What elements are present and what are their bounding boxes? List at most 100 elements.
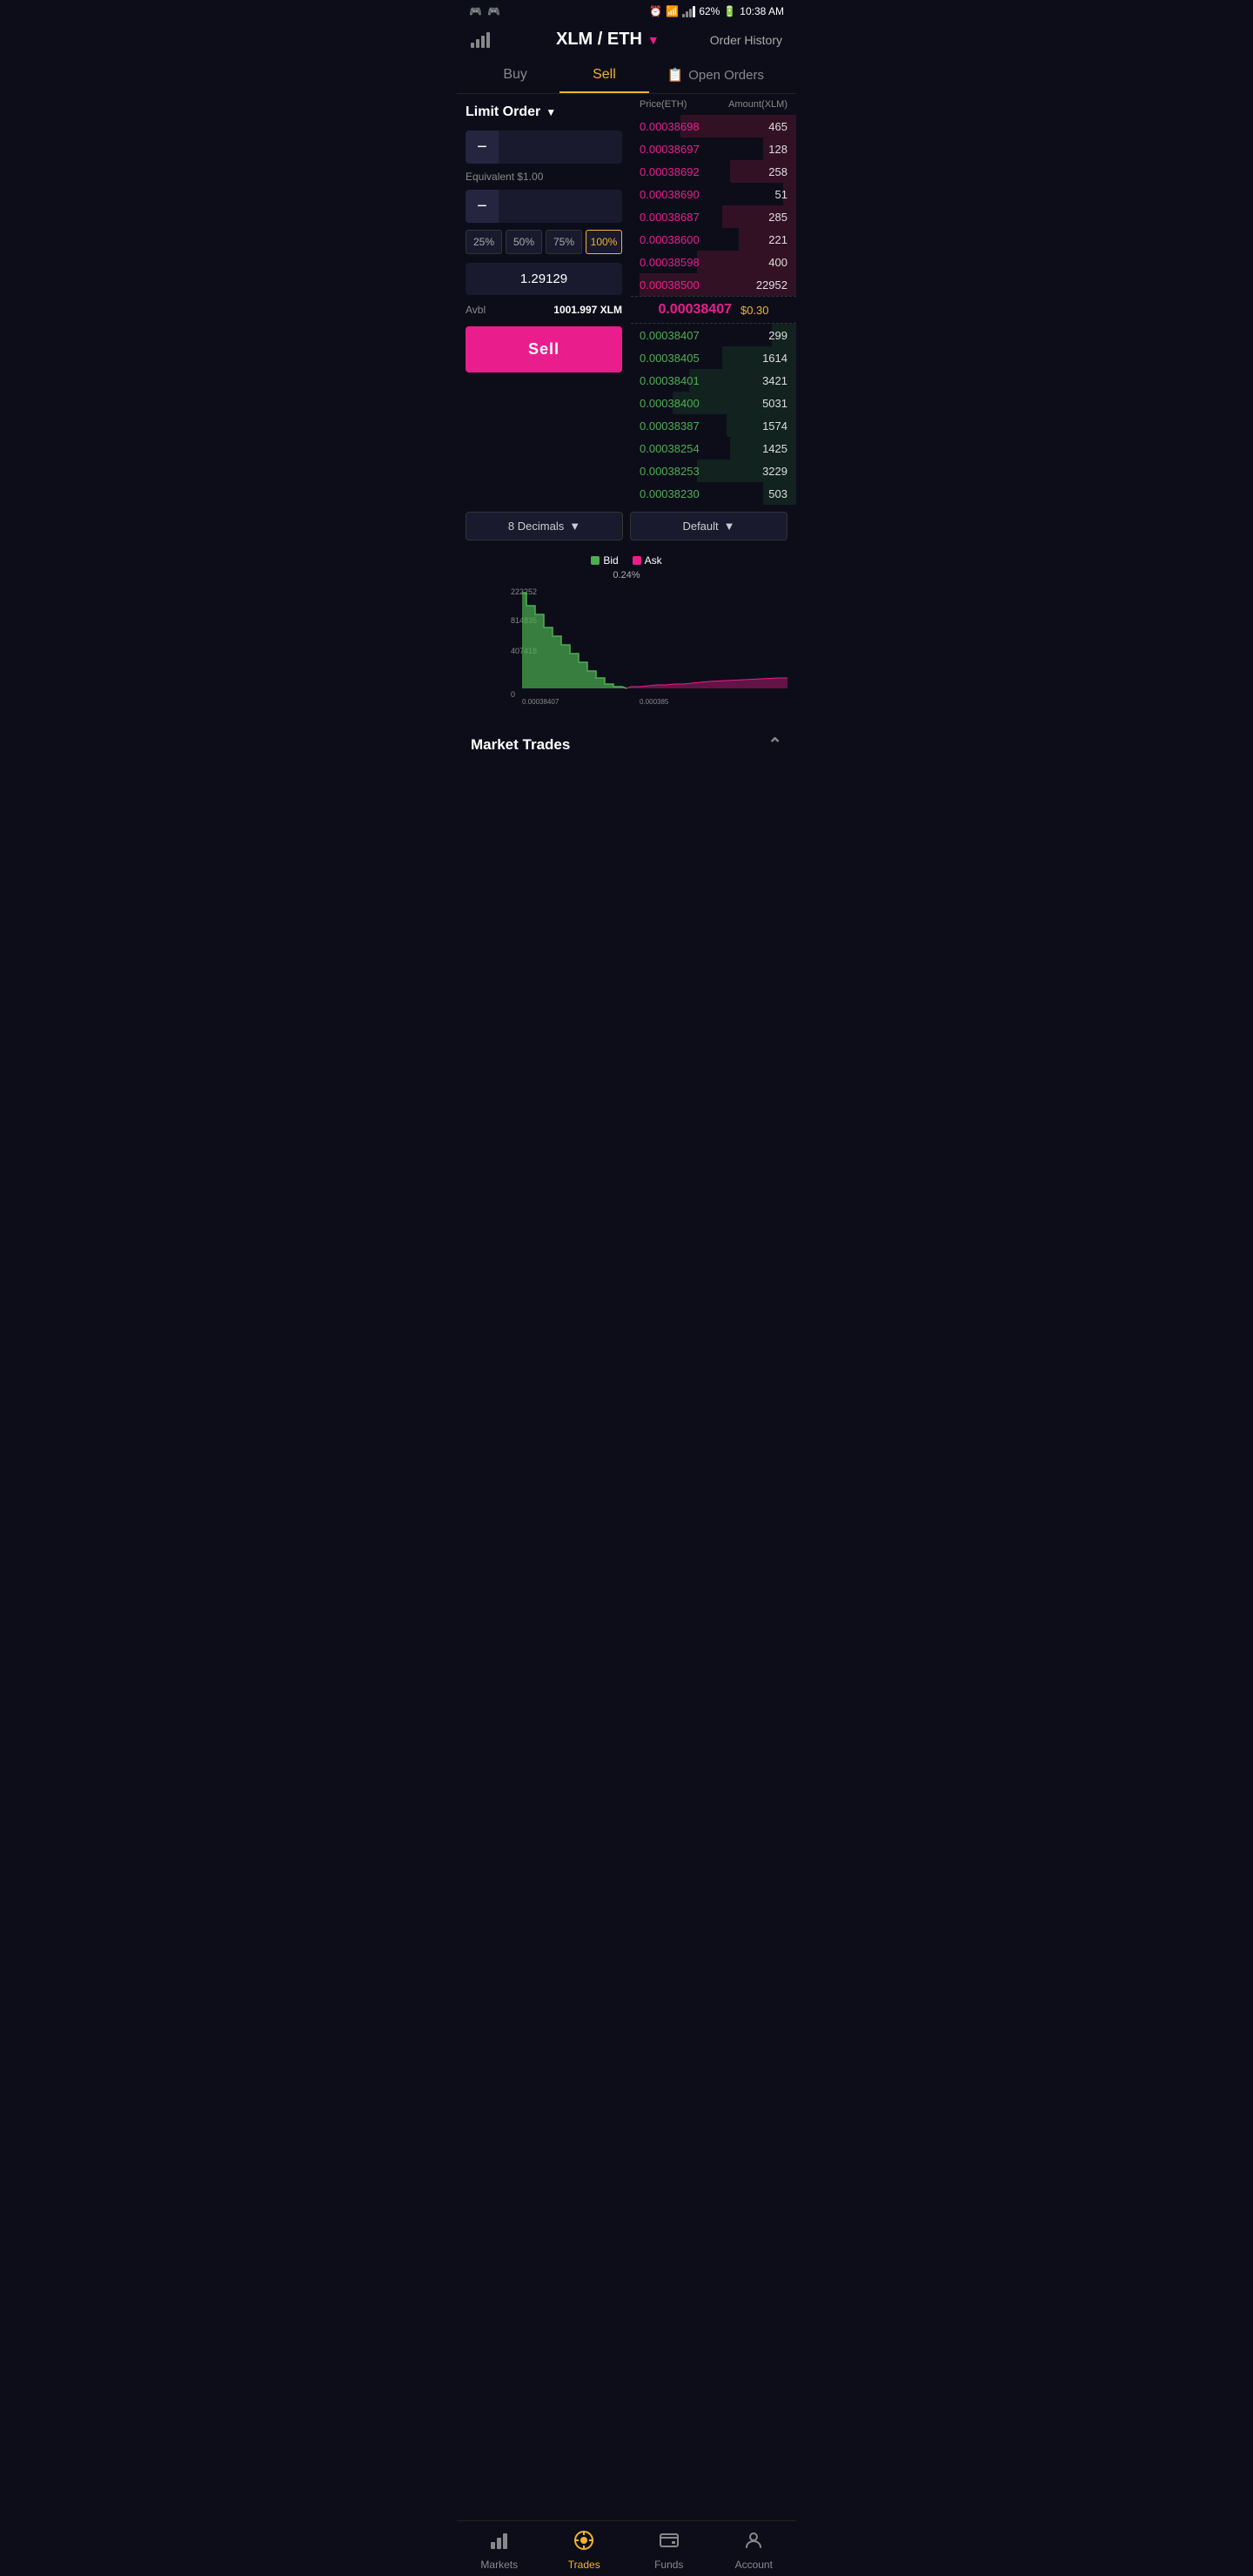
buy-order-row[interactable]: 0.00038407 299: [631, 324, 796, 346]
sell-order-row[interactable]: 0.00038692 258: [631, 160, 796, 183]
avbl-value: 1001.997 XLM: [553, 304, 622, 316]
buy-amount: 503: [768, 487, 787, 500]
sell-amount: 22952: [756, 278, 787, 292]
amount-header: Amount(XLM): [728, 99, 787, 110]
nav-markets[interactable]: Markets: [457, 2521, 542, 2576]
buy-amount: 3229: [762, 465, 787, 478]
buy-order-row[interactable]: 0.00038401 3421: [631, 369, 796, 392]
sell-price: 0.00038692: [640, 165, 700, 178]
nav-markets-label: Markets: [480, 2559, 518, 2571]
sell-order-row[interactable]: 0.00038697 128: [631, 138, 796, 160]
amount-decrease-button[interactable]: −: [466, 190, 499, 223]
sell-order-row[interactable]: 0.00038690 51: [631, 183, 796, 205]
sell-order-row[interactable]: 0.00038500 22952: [631, 273, 796, 296]
market-trades-section: Market Trades ⌃: [457, 721, 796, 768]
battery-percent: 62%: [699, 5, 720, 17]
order-book-panel: Price(ETH) Amount(XLM) 0.00038698 465 0.…: [631, 94, 796, 505]
percent-50-button[interactable]: 50%: [506, 230, 542, 254]
sell-amount: 400: [768, 256, 787, 269]
nav-account[interactable]: Account: [712, 2521, 797, 2576]
status-bar: 🎮 🎮 ⏰ 📶 62% 🔋 10:38 AM: [457, 0, 796, 23]
game-icon2: 🎮: [487, 5, 500, 17]
order-history-link[interactable]: Order History: [710, 33, 782, 47]
buy-amount: 1574: [762, 419, 787, 433]
options-row: 8 Decimals ▼ Default ▼: [457, 505, 796, 547]
equivalent-label: Equivalent $1.00: [466, 171, 622, 183]
sell-amount: 221: [768, 233, 787, 246]
sell-amount: 285: [768, 211, 787, 224]
bottom-nav: Markets Trades Funds: [457, 2520, 796, 2576]
main-content: Limit Order ▼ − 0.00129 + Equivalent $1.…: [457, 94, 796, 505]
status-left: 🎮 🎮: [469, 5, 500, 17]
buy-order-row[interactable]: 0.00038254 1425: [631, 437, 796, 460]
trading-pair[interactable]: XLM / ETH ▼: [556, 30, 660, 50]
sell-amount: 258: [768, 165, 787, 178]
buy-order-row[interactable]: 0.00038400 5031: [631, 392, 796, 414]
sell-price: 0.00038698: [640, 120, 700, 133]
decimals-button[interactable]: 8 Decimals ▼: [466, 512, 623, 540]
nav-trades[interactable]: Trades: [542, 2521, 627, 2576]
market-trades-title: Market Trades: [471, 736, 570, 754]
price-input[interactable]: 0.00129: [499, 140, 622, 155]
svg-text:0.00038407: 0.00038407: [522, 698, 559, 706]
default-dropdown-icon: ▼: [724, 520, 735, 533]
svg-text:0: 0: [511, 690, 515, 699]
amount-input-row: − 1001 +: [466, 190, 622, 223]
percent-25-button[interactable]: 25%: [466, 230, 502, 254]
header: XLM / ETH ▼ Order History: [457, 23, 796, 57]
buy-amount: 1425: [762, 442, 787, 455]
order-type-selector[interactable]: Limit Order ▼: [466, 104, 622, 120]
sell-orders: 0.00038698 465 0.00038697 128 0.00038692…: [631, 115, 796, 296]
bid-dot: [591, 556, 600, 565]
default-button[interactable]: Default ▼: [630, 512, 787, 540]
alarm-icon: ⏰: [649, 5, 662, 17]
clipboard-icon: 📋: [667, 67, 684, 83]
buy-price: 0.00038405: [640, 352, 700, 365]
sell-amount: 465: [768, 120, 787, 133]
svg-text:0.000385: 0.000385: [640, 698, 669, 706]
sell-order-row[interactable]: 0.00038687 285: [631, 205, 796, 228]
avbl-label: Avbl: [466, 304, 486, 316]
order-type-dropdown-icon: ▼: [546, 106, 556, 118]
buy-amount: 5031: [762, 397, 787, 410]
tab-open-orders[interactable]: 📋 Open Orders: [649, 57, 782, 93]
sell-order-row[interactable]: 0.00038698 465: [631, 115, 796, 138]
ask-dot: [633, 556, 641, 565]
buy-order-row[interactable]: 0.00038387 1574: [631, 414, 796, 437]
sell-amount: 128: [768, 143, 787, 156]
percent-75-button[interactable]: 75%: [546, 230, 582, 254]
buy-price: 0.00038387: [640, 419, 700, 433]
buy-order-row[interactable]: 0.00038230 503: [631, 482, 796, 505]
buy-price: 0.00038254: [640, 442, 700, 455]
amount-input[interactable]: 1001: [499, 199, 622, 214]
collapse-icon[interactable]: ⌃: [767, 734, 782, 755]
available-balance-row: Avbl 1001.997 XLM: [466, 304, 622, 316]
tabs: Buy Sell 📋 Open Orders: [457, 57, 796, 94]
trades-icon: [573, 2530, 594, 2556]
sell-order-row[interactable]: 0.00038600 221: [631, 228, 796, 251]
account-icon: [743, 2530, 764, 2556]
pair-dropdown-icon: ▼: [647, 33, 660, 47]
buy-amount: 3421: [762, 374, 787, 387]
nav-trades-label: Trades: [568, 2559, 600, 2571]
spread-price: 0.00038407: [658, 302, 732, 318]
buy-orders: 0.00038407 299 0.00038405 1614 0.0003840…: [631, 324, 796, 505]
bid-legend: Bid: [591, 554, 618, 567]
signal-icon: [682, 5, 695, 17]
buy-price: 0.00038230: [640, 487, 700, 500]
percent-100-button[interactable]: 100%: [586, 230, 622, 254]
nav-funds[interactable]: Funds: [626, 2521, 712, 2576]
buy-order-row[interactable]: 0.00038405 1614: [631, 346, 796, 369]
price-decrease-button[interactable]: −: [466, 131, 499, 164]
clock-time: 10:38 AM: [740, 5, 784, 17]
tab-buy[interactable]: Buy: [471, 57, 559, 93]
buy-order-row[interactable]: 0.00038253 3229: [631, 460, 796, 482]
order-form-panel: Limit Order ▼ − 0.00129 + Equivalent $1.…: [457, 94, 631, 505]
sell-order-row[interactable]: 0.00038598 400: [631, 251, 796, 273]
decimals-dropdown-icon: ▼: [569, 520, 580, 533]
sell-price: 0.00038697: [640, 143, 700, 156]
sell-price: 0.00038500: [640, 278, 700, 292]
sell-button[interactable]: Sell: [466, 326, 622, 372]
tab-sell[interactable]: Sell: [559, 57, 648, 93]
orderbook-header: Price(ETH) Amount(XLM): [631, 94, 796, 115]
